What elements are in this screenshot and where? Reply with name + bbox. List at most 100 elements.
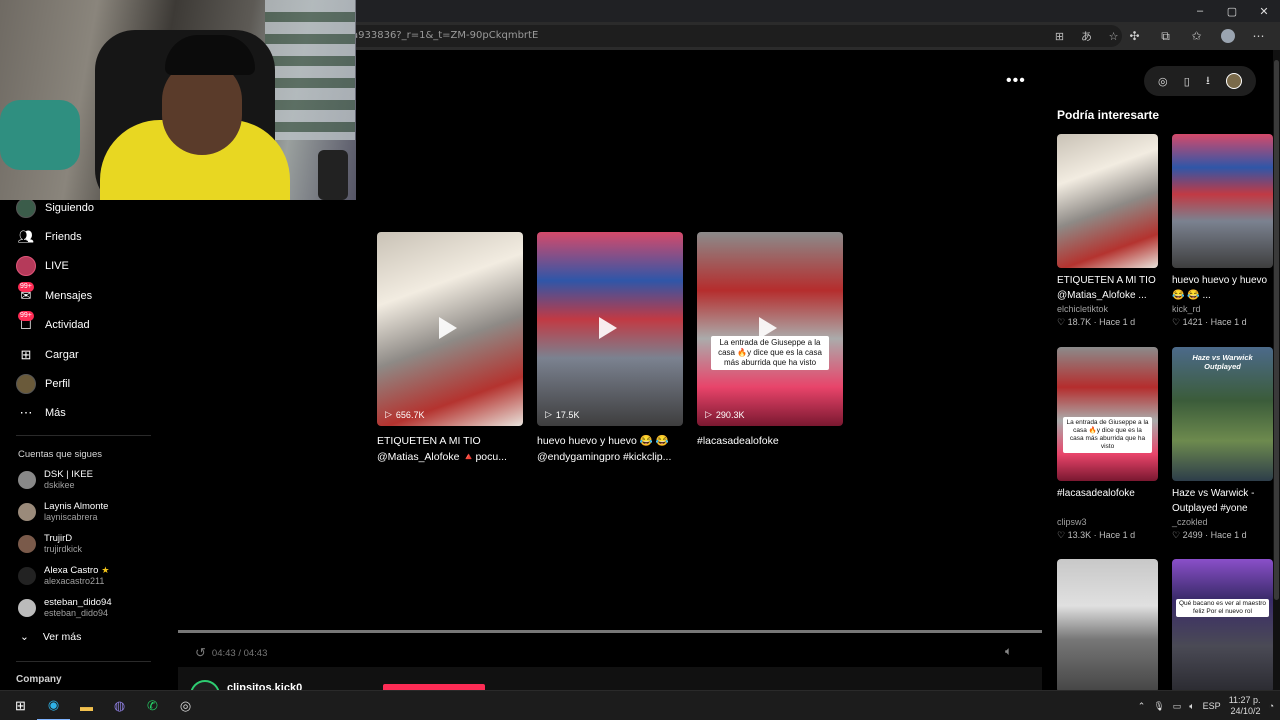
clock[interactable]: 11:27 p. 24/10/2 [1229,695,1261,717]
account-item[interactable]: esteban_dido94 esteban_dido94 [18,595,112,621]
close-button[interactable]: ✕ [1248,0,1280,22]
translate-icon[interactable]: あ [1073,28,1100,44]
recommended-video[interactable] [1057,559,1158,693]
notification-icon[interactable]: ◔ [1269,701,1274,711]
chrome-icon[interactable]: ◍ [103,691,136,720]
account-name: esteban_dido94 [44,597,112,608]
video-title: #lacasadealofoke [1057,488,1135,499]
language-indicator[interactable]: ESP [1203,701,1221,711]
nav-perfil[interactable]: Perfil [16,372,70,396]
scrollbar-thumb[interactable] [1274,60,1279,600]
view-count: ▷ 656.7K [385,409,424,420]
clock-time: 11:27 p. [1228,695,1261,705]
video-author: kick_rd [1172,304,1201,314]
whatsapp-icon[interactable]: ✆ [136,691,169,720]
download-icon[interactable]: ⭳ [1206,72,1210,91]
recommended-video[interactable]: Qué bacano es ver al maestro feliz Por e… [1172,559,1273,693]
video-thumbnail[interactable]: ▷ 17.5K [537,232,683,426]
view-count-text: 17.5K [555,409,580,420]
video-title[interactable]: #lacasadealofoke [697,433,843,465]
file-explorer-icon[interactable]: ▬ [70,691,103,720]
network-icon[interactable]: ▭ [1173,701,1182,712]
divider [16,661,151,662]
see-more-button[interactable]: ⌄ Ver más [20,631,81,643]
video-thumbnail[interactable]: ▷ 656.7K [377,232,523,426]
account-item[interactable]: Laynis Almonte layniscabrera [18,499,108,525]
friends-icon: 👥︎ [17,229,35,244]
post-age: Hace 1 d [1099,530,1136,540]
minimize-button[interactable]: – [1184,0,1216,22]
toolbar-icons: ✣ ⧉ ✩ ⋯ [1119,22,1274,50]
video-title[interactable]: ETIQUETEN A MI TIO @Matias_Alofoke 🔺pocu… [377,433,523,465]
edge-icon[interactable]: ◉ [37,691,70,720]
video-title[interactable]: huevo huevo y huevo 😂 😂 @endygamingpro #… [537,433,683,465]
account-item[interactable]: Alexa Castro ★ alexacastro211 [18,563,109,589]
more-options-icon[interactable]: ••• [1006,72,1026,90]
post-age: Hace 1 d [1210,317,1247,327]
video-thumbnail[interactable]: La entrada de Giuseppe a la casa 🔥y dice… [697,232,843,426]
video-title: huevo huevo y huevo 😂 😂 ... [1172,275,1268,301]
account-name: TrujirD [44,533,73,544]
video-meta: ♡ 2499 · Hace 1 d [1172,530,1247,540]
profile-button[interactable] [1212,29,1243,44]
nav-mensajes[interactable]: ✉ 99+ Mensajes [16,282,92,308]
video-caption: Haze vs Warwick Outplayed [1192,353,1253,371]
volume-icon[interactable]: 🔈︎ [1005,644,1012,659]
recommended-video[interactable]: ETIQUETEN A MI TIO @Matias_Alofoke ... e… [1057,134,1158,328]
video-thumbnail[interactable] [1057,559,1158,693]
favorites-icon[interactable]: ✩ [1181,29,1212,43]
bookmark-star-icon[interactable]: ☆ [1100,30,1127,43]
browser-menu-icon[interactable]: ⋯ [1243,29,1274,43]
split-screen-icon[interactable]: ⊞ [1046,30,1073,43]
nav-friends[interactable]: 👥︎ Friends [16,225,82,249]
video-thumbnail[interactable] [1172,134,1273,268]
video-thumbnail[interactable]: La entrada de Giuseppe a la casa 🔥y dice… [1057,347,1158,481]
replay-icon[interactable]: ↺ [195,645,206,661]
company-link[interactable]: Company [16,674,62,685]
address-bar[interactable]: a933836?_r=1&_t=ZM-90pCkqmbrtE [340,25,1122,47]
video-card[interactable]: ▷ 656.7K ETIQUETEN A MI TIO @Matias_Alofo… [377,232,523,465]
nav-mas[interactable]: ⋯ Más [16,401,66,425]
compass-icon[interactable]: ◎ [1158,75,1168,88]
nav-live[interactable]: LIVE [16,254,69,278]
account-item[interactable]: TrujirD trujirdkick [18,531,82,557]
collections-icon[interactable]: ⧉ [1150,29,1181,44]
video-card[interactable]: La entrada de Giuseppe a la casa 🔥y dice… [697,232,843,465]
chevron-up-icon[interactable]: ⌃ [1138,701,1146,712]
phone-icon[interactable]: ▯ [1184,75,1190,88]
play-small-icon: ▷ [545,409,552,419]
video-thumbnail[interactable]: Haze vs Warwick Outplayed [1172,347,1273,481]
video-progress-bar[interactable] [178,630,1042,633]
mic-icon[interactable]: 🎙︎ [1153,701,1164,712]
play-small-icon: ▷ [385,409,392,419]
account-item[interactable]: DSK | IKEE dskikee [18,467,93,493]
background-pillow [0,100,80,170]
volume-tray-icon[interactable]: 🔈︎ [1189,701,1194,712]
author-bar [178,667,1042,690]
video-thumbnail[interactable] [1057,134,1158,268]
star-icon: ★ [101,565,110,575]
avatar-icon [16,198,36,218]
avatar [18,567,36,585]
start-icon[interactable]: ⊞ [4,691,37,720]
like-count: 13.3K [1067,530,1092,540]
obs-icon[interactable]: ◎ [169,691,202,720]
video-thumbnail[interactable]: Qué bacano es ver al maestro feliz Por e… [1172,559,1273,693]
recommended-video[interactable]: La entrada de Giuseppe a la casa 🔥y dice… [1057,347,1158,541]
avatar[interactable] [1225,73,1242,89]
avatar [18,503,36,521]
nav-cargar[interactable]: ⊞ Cargar [16,343,79,367]
time-text: 04:43 / 04:43 [211,647,268,659]
nav-label: Friends [45,231,82,243]
account-username: esteban_dido94 [44,608,109,618]
recommended-video[interactable]: Haze vs Warwick Outplayed Haze vs Warwic… [1172,347,1273,541]
nav-actividad[interactable]: ☐ 99+ Actividad [16,311,90,337]
more-icon: ⋯ [19,405,33,420]
account-name: Laynis Almonte [44,501,109,512]
video-caption: La entrada de Giuseppe a la casa 🔥y dice… [711,336,829,370]
video-author: elchicletiktok [1057,304,1109,314]
video-card[interactable]: ▷ 17.5K huevo huevo y huevo 😂 😂 @endygami… [537,232,683,465]
recommended-video[interactable]: huevo huevo y huevo 😂 😂 ... kick_rd ♡ 14… [1172,134,1273,328]
maximize-button[interactable]: ▢ [1216,0,1248,22]
view-count: ▷ 17.5K [545,409,579,420]
